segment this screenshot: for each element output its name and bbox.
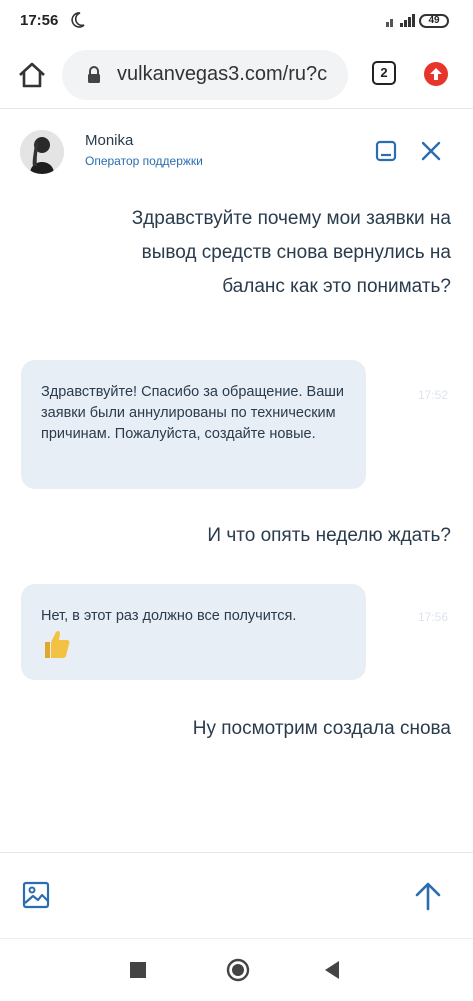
minimize-icon[interactable] [375, 140, 397, 162]
close-icon[interactable] [420, 140, 442, 162]
thumbs-up-icon [45, 630, 70, 658]
user-message: И что опять неделю ждать? [207, 525, 451, 546]
home-icon[interactable] [17, 60, 47, 90]
message-input-bar [0, 852, 473, 939]
update-button[interactable] [424, 62, 448, 86]
back-triangle-icon[interactable] [323, 960, 341, 980]
signal-icon [386, 14, 415, 27]
browser-toolbar: vulkanvegas3.com/ru?c 2 [0, 42, 473, 109]
status-time: 17:56 [20, 12, 59, 29]
agent-message-bubble: Нет, в этот раз должно все получится. [21, 584, 366, 680]
home-circle-icon[interactable] [226, 958, 250, 982]
moon-icon [71, 12, 85, 28]
attach-image-icon[interactable] [22, 881, 50, 909]
agent-role: Оператор поддержки [85, 154, 203, 168]
lock-icon [88, 66, 100, 83]
user-message: Здравствуйте почему мои заявки на вывод … [131, 208, 451, 297]
address-bar[interactable]: vulkanvegas3.com/ru?c [62, 50, 348, 100]
send-arrow-icon[interactable] [414, 881, 442, 911]
agent-message-text: Здравствуйте! Спасибо за обращение. Ваши… [41, 384, 345, 442]
battery-indicator: 49 [419, 14, 449, 28]
agent-message-text: Нет, в этот раз должно все получится. [41, 608, 297, 624]
arrow-up-icon [430, 68, 442, 80]
agent-message-bubble: Здравствуйте! Спасибо за обращение. Ваши… [21, 360, 366, 489]
tabs-button[interactable]: 2 [372, 61, 396, 85]
system-nav-bar [0, 938, 473, 1001]
user-message: Ну посмотрим создала снова [192, 718, 451, 739]
avatar-image [20, 130, 64, 174]
agent-name: Monika [85, 132, 134, 149]
message-time: 17:52 [418, 388, 449, 402]
chat-header: Monika Оператор поддержки [0, 109, 473, 189]
status-bar: 17:56 49 [0, 0, 473, 42]
message-time: 17:56 [418, 610, 449, 624]
recent-apps-icon[interactable] [130, 962, 146, 978]
avatar [20, 130, 64, 174]
url-text: vulkanvegas3.com/ru?c [117, 63, 328, 85]
